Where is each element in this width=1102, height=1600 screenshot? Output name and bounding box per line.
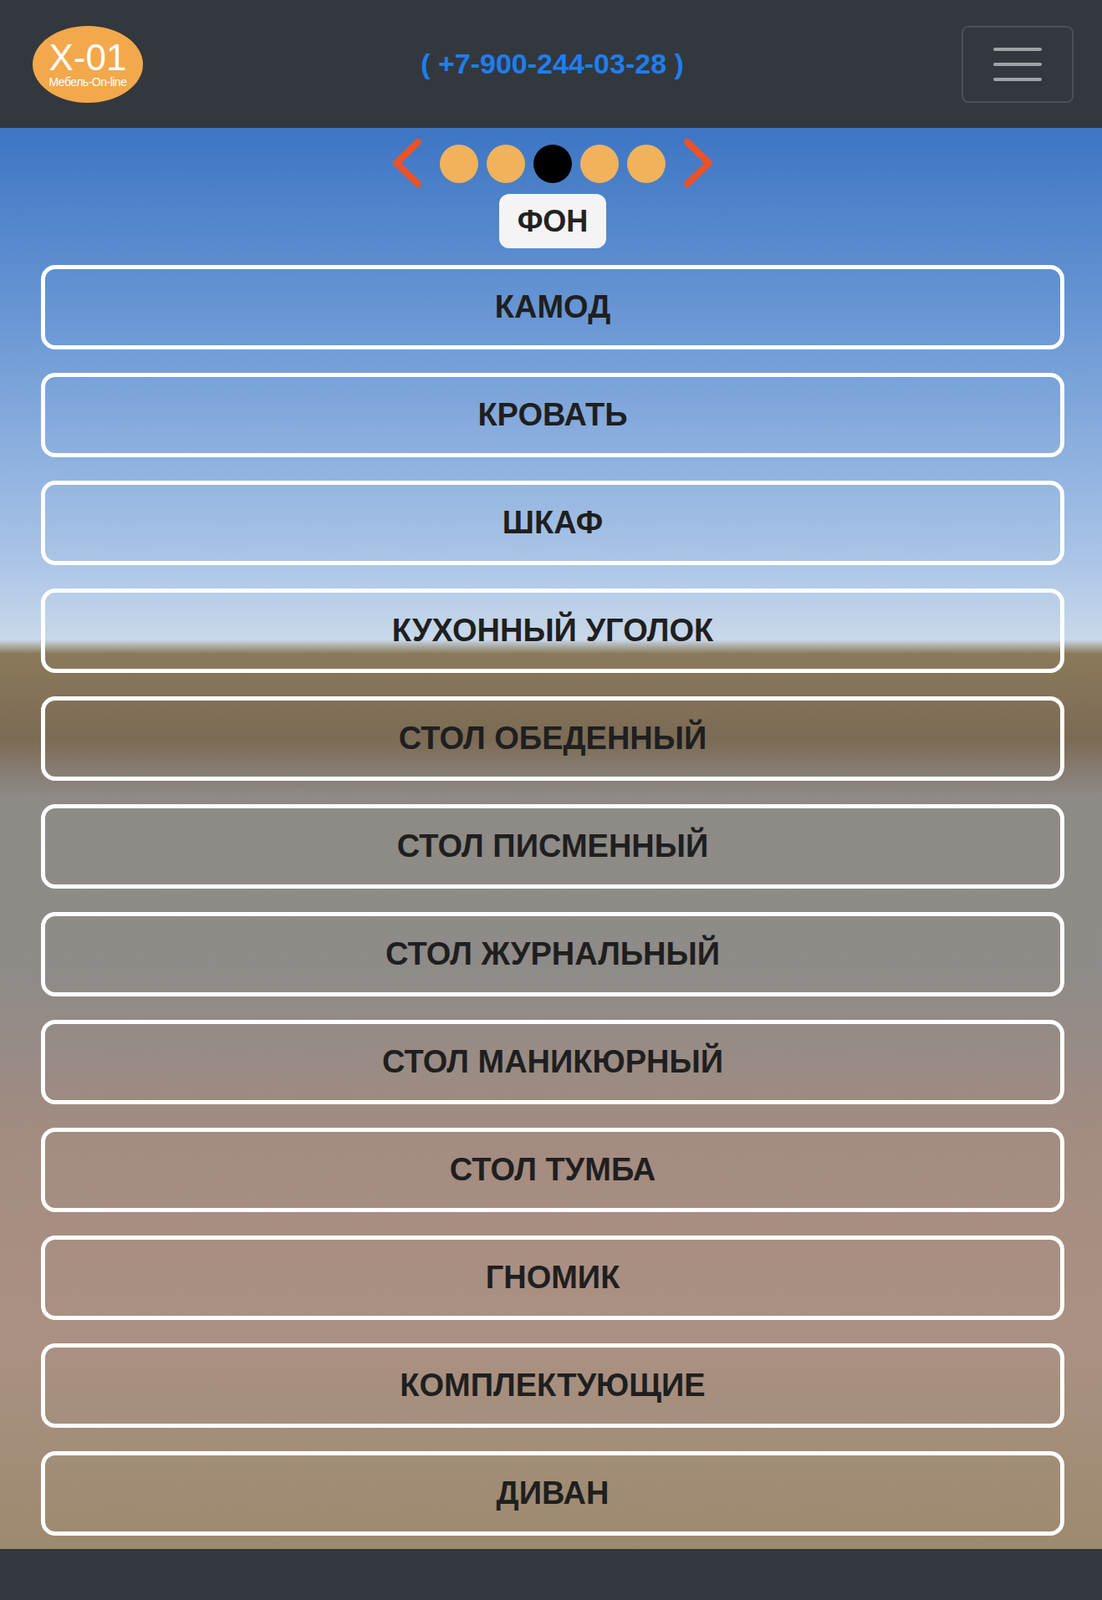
prev-arrow-icon[interactable] bbox=[386, 135, 427, 192]
carousel-dots bbox=[436, 144, 669, 184]
category-button[interactable]: КУХОННЫЙ УГОЛОК bbox=[40, 588, 1065, 674]
menu-button[interactable] bbox=[961, 25, 1074, 103]
logo-subtitle: Мебель-On-line bbox=[49, 76, 128, 89]
menu-line-icon bbox=[993, 47, 1042, 52]
logo[interactable]: X-01Мебель-On-line bbox=[32, 25, 143, 103]
page: X-01Мебель-On-line ( +7-900-244-03-28 ) ФО… bbox=[0, 0, 1102, 1600]
carousel-dot[interactable] bbox=[533, 144, 572, 184]
category-button[interactable]: СТОЛ ЖУРНАЛЬНЫЙ bbox=[40, 912, 1065, 997]
category-button[interactable]: СТОЛ ОБЕДЕННЫЙ bbox=[40, 696, 1065, 781]
background-photo: ФОН КАМОД КРОВАТЬ ШКАФ КУХОННЫЙ УГОЛОК СТОЛ О… bbox=[0, 127, 1102, 1550]
menu-line-icon bbox=[993, 62, 1042, 67]
menu-line-icon bbox=[993, 77, 1042, 82]
next-arrow-icon[interactable] bbox=[678, 135, 720, 192]
header: X-01Мебель-On-line ( +7-900-244-03-28 ) bbox=[0, 0, 1102, 128]
category-button[interactable]: ГНОМИК bbox=[40, 1235, 1065, 1321]
logo-title: X-01 bbox=[49, 39, 128, 77]
category-button[interactable]: ДИВАН bbox=[40, 1451, 1065, 1536]
category-list: КАМОД КРОВАТЬ ШКАФ КУХОННЫЙ УГОЛОК СТОЛ ОБЕД… bbox=[40, 265, 1065, 1536]
carousel-dot[interactable] bbox=[580, 144, 619, 184]
category-button[interactable]: ШКАФ bbox=[40, 480, 1065, 566]
category-button[interactable]: КОМПЛЕКТУЮЩИЕ bbox=[40, 1343, 1065, 1429]
category-button[interactable]: СТОЛ ПИСМЕННЫЙ bbox=[40, 804, 1065, 889]
footer bbox=[0, 1549, 1102, 1600]
carousel-dot[interactable] bbox=[627, 144, 666, 184]
carousel-nav bbox=[386, 135, 720, 192]
carousel-dot[interactable] bbox=[486, 144, 526, 184]
category-button[interactable]: СТОЛ МАНИКЮРНЫЙ bbox=[40, 1020, 1065, 1105]
background-label: ФОН bbox=[499, 193, 608, 249]
carousel-dot[interactable] bbox=[439, 144, 479, 184]
category-button[interactable]: СТОЛ ТУМБА bbox=[40, 1127, 1065, 1213]
phone-link[interactable]: ( +7-900-244-03-28 ) bbox=[420, 47, 684, 81]
category-button[interactable]: КРОВАТЬ bbox=[40, 372, 1065, 458]
category-button[interactable]: КАМОД bbox=[40, 265, 1065, 350]
